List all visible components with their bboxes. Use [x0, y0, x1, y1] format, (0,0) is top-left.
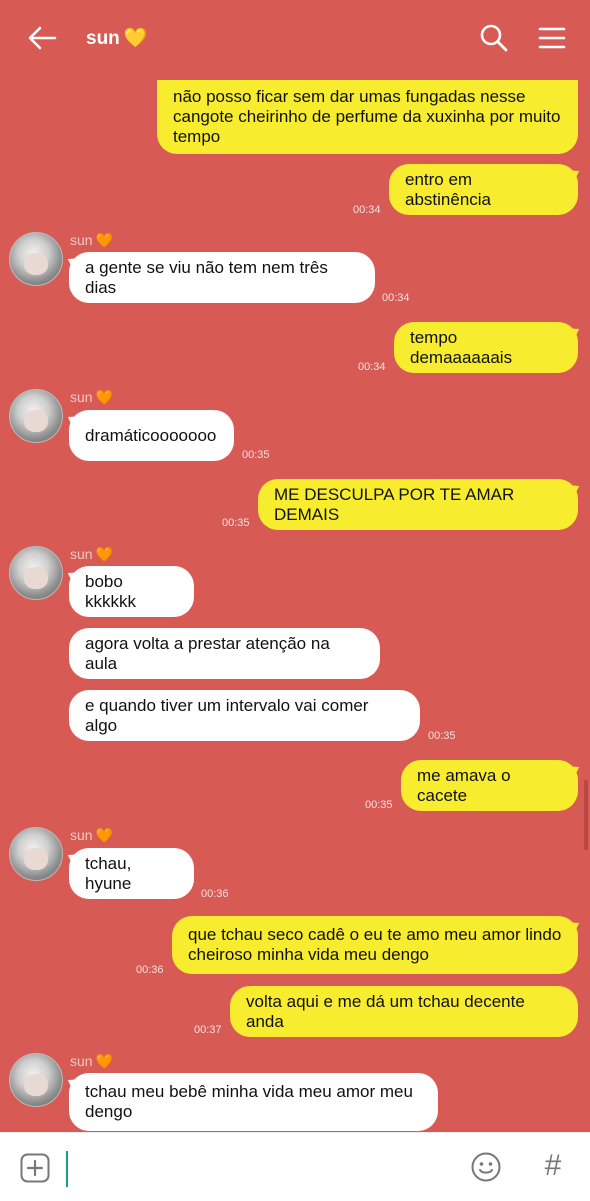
- message-bubble-outgoing[interactable]: ME DESCULPA POR TE AMAR DEMAIS: [258, 479, 578, 530]
- message-text: tempo demaaaaaais: [410, 327, 513, 367]
- message-text: não posso ficar sem dar umas fungadas ne…: [173, 87, 561, 146]
- contact-avatar[interactable]: [9, 827, 63, 881]
- message-text: que tchau seco cadê o eu te amo meu amor…: [188, 925, 562, 964]
- attach-button[interactable]: [20, 1153, 50, 1183]
- message-bubble-incoming[interactable]: e quando tiver um intervalo vai comer al…: [69, 690, 420, 741]
- emoji-button[interactable]: [470, 1151, 504, 1185]
- sender-name: sun 🧡: [70, 827, 114, 843]
- sender-name: sun 🧡: [70, 546, 114, 562]
- message-bubble-incoming[interactable]: tchau meu bebê minha vida meu amor meu d…: [69, 1073, 438, 1131]
- message-text: ME DESCULPA POR TE AMAR DEMAIS: [274, 484, 515, 524]
- message-text: volta aqui e me dá um tchau decente anda: [246, 991, 525, 1031]
- message-bubble-incoming[interactable]: agora volta a prestar atenção na aula: [69, 628, 380, 679]
- sender-name: sun 🧡: [70, 232, 114, 248]
- message-bubble-outgoing[interactable]: me amava o cacete: [401, 760, 578, 811]
- message-time: 00:35: [222, 517, 250, 529]
- message-time: 00:36: [136, 964, 164, 976]
- message-time: 00:35: [242, 449, 270, 461]
- hashtag-button[interactable]: #: [536, 1149, 570, 1183]
- message-bubble-incoming[interactable]: bobo kkkkkk: [69, 566, 194, 617]
- scrollbar-thumb[interactable]: [584, 780, 588, 850]
- message-bubble-incoming[interactable]: tchau, hyune: [69, 848, 194, 899]
- message-time: 00:37: [194, 1024, 222, 1036]
- message-bubble-outgoing[interactable]: que tchau seco cadê o eu te amo meu amor…: [172, 916, 578, 974]
- hashtag-icon: #: [544, 1149, 562, 1182]
- sender-name: sun 🧡: [70, 389, 114, 405]
- message-time: 00:34: [382, 292, 410, 304]
- message-bubble-outgoing[interactable]: entro em abstinência: [389, 164, 578, 215]
- message-time: 00:34: [353, 204, 381, 216]
- sender-name: sun 🧡: [70, 1053, 114, 1069]
- message-time: 00:36: [201, 888, 229, 900]
- message-text: bobo kkkkkk: [85, 571, 136, 611]
- message-text: entro em abstinência: [405, 169, 492, 209]
- message-time: 00:35: [365, 799, 393, 811]
- message-bubble-incoming[interactable]: dramáticooooooo: [69, 410, 234, 461]
- message-text: dramáticooooooo: [85, 425, 217, 445]
- contact-avatar[interactable]: [9, 389, 63, 443]
- message-text: e quando tiver um intervalo vai comer al…: [85, 695, 369, 735]
- contact-avatar[interactable]: [9, 546, 63, 600]
- message-composer: #: [0, 1132, 590, 1201]
- message-text: agora volta a prestar atenção na aula: [85, 633, 330, 673]
- contact-avatar[interactable]: [9, 232, 63, 286]
- message-time: 00:34: [358, 361, 386, 373]
- message-bubble-outgoing[interactable]: tempo demaaaaaais: [394, 322, 578, 373]
- message-list[interactable]: não posso ficar sem dar umas fungadas ne…: [0, 0, 590, 1132]
- plus-icon: [20, 1153, 50, 1187]
- message-bubble-outgoing[interactable]: não posso ficar sem dar umas fungadas ne…: [157, 80, 578, 154]
- message-text: me amava o cacete: [417, 765, 511, 805]
- message-bubble-incoming[interactable]: a gente se viu não tem nem três dias: [69, 252, 375, 303]
- emoji-icon: [470, 1152, 502, 1187]
- message-text: a gente se viu não tem nem três dias: [85, 257, 328, 297]
- message-input[interactable]: [66, 1151, 456, 1187]
- message-text: tchau, hyune: [85, 853, 132, 893]
- contact-avatar[interactable]: [9, 1053, 63, 1107]
- message-text: tchau meu bebê minha vida meu amor meu d…: [85, 1082, 413, 1121]
- message-bubble-outgoing[interactable]: volta aqui e me dá um tchau decente anda: [230, 986, 578, 1037]
- message-time: 00:35: [428, 730, 456, 742]
